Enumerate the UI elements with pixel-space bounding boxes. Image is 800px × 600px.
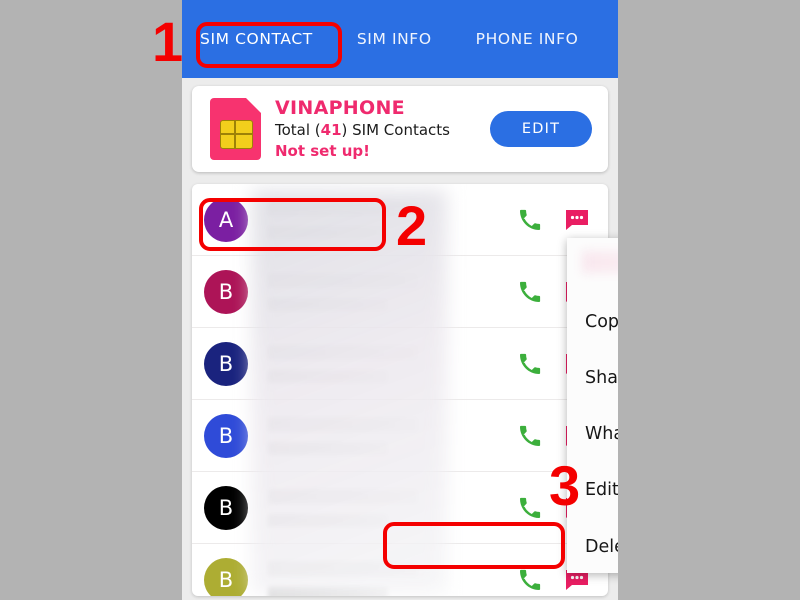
- table-row[interactable]: B: [192, 544, 608, 596]
- count-prefix: Total (: [275, 121, 321, 139]
- contact-number: [268, 513, 388, 527]
- contact-number: [268, 441, 388, 455]
- contact-text: [268, 416, 518, 455]
- phone-icon[interactable]: [518, 208, 542, 232]
- phone-icon[interactable]: [518, 568, 542, 592]
- context-menu: Copy Share WhatsApp Edit Contact Delete …: [567, 238, 618, 573]
- contact-text: [268, 200, 518, 239]
- sim-card-text: VINAPHONE Total (41) SIM Contacts Not se…: [275, 97, 490, 161]
- avatar: B: [204, 485, 248, 530]
- sim-contact-count: Total (41) SIM Contacts: [275, 119, 490, 141]
- table-row[interactable]: B: [192, 256, 608, 328]
- contact-number: [268, 585, 388, 596]
- table-row[interactable]: B: [192, 328, 608, 400]
- contact-text: [268, 488, 518, 527]
- count-value: 41: [320, 121, 342, 139]
- sim-operator-name: VINAPHONE: [275, 97, 405, 119]
- contact-number: [268, 369, 388, 383]
- contact-name: [268, 200, 418, 216]
- avatar: B: [204, 413, 248, 458]
- contact-list[interactable]: A B B B B B: [192, 184, 608, 596]
- contact-name: [268, 488, 418, 504]
- contact-name: [268, 560, 418, 576]
- tab-sim-info[interactable]: SIM INFO: [357, 30, 432, 48]
- avatar: B: [204, 269, 248, 314]
- edit-button[interactable]: EDIT: [490, 111, 592, 147]
- tab-sim-contact[interactable]: SIM CONTACT: [200, 30, 313, 48]
- avatar: B: [204, 557, 248, 596]
- phone-icon[interactable]: [518, 352, 542, 376]
- phone-icon[interactable]: [518, 424, 542, 448]
- contact-name: [268, 416, 418, 432]
- contact-text: [268, 344, 518, 383]
- sim-card-icon: [210, 98, 261, 160]
- contact-number: [268, 225, 388, 239]
- sim-chip-icon: [220, 120, 253, 149]
- phone-icon[interactable]: [518, 280, 542, 304]
- tab-phone-info[interactable]: PHONE INFO: [476, 30, 579, 48]
- menu-item-delete-contact[interactable]: Delete Contact: [585, 537, 618, 557]
- message-icon[interactable]: [564, 208, 590, 232]
- tab-bar: SIM CONTACT SIM INFO PHONE INFO: [182, 0, 618, 78]
- sim-status-text: Not set up!: [275, 142, 371, 160]
- sim-card-panel: VINAPHONE Total (41) SIM Contacts Not se…: [192, 86, 608, 172]
- annotation-marker-1: 1: [152, 10, 184, 73]
- phone-icon[interactable]: [518, 496, 542, 520]
- count-suffix: ) SIM Contacts: [341, 121, 450, 139]
- contact-text: [268, 560, 518, 596]
- row-actions: [518, 208, 590, 232]
- table-row[interactable]: A: [192, 184, 608, 256]
- menu-item-edit-contact[interactable]: Edit Contact: [585, 480, 618, 500]
- table-row[interactable]: B: [192, 472, 608, 544]
- contact-text: [268, 272, 518, 311]
- menu-item-copy[interactable]: Copy: [585, 312, 618, 332]
- phone-screen: SIM CONTACT SIM INFO PHONE INFO VINAPHON…: [182, 0, 618, 600]
- contact-name: [268, 272, 418, 288]
- avatar: A: [204, 197, 248, 242]
- menu-item-share[interactable]: Share: [585, 368, 618, 388]
- avatar: B: [204, 341, 248, 386]
- table-row[interactable]: B: [192, 400, 608, 472]
- contact-number: [268, 297, 388, 311]
- contact-name: [268, 344, 418, 360]
- menu-item-whatsapp[interactable]: WhatsApp: [585, 424, 618, 444]
- context-menu-header: [582, 251, 618, 273]
